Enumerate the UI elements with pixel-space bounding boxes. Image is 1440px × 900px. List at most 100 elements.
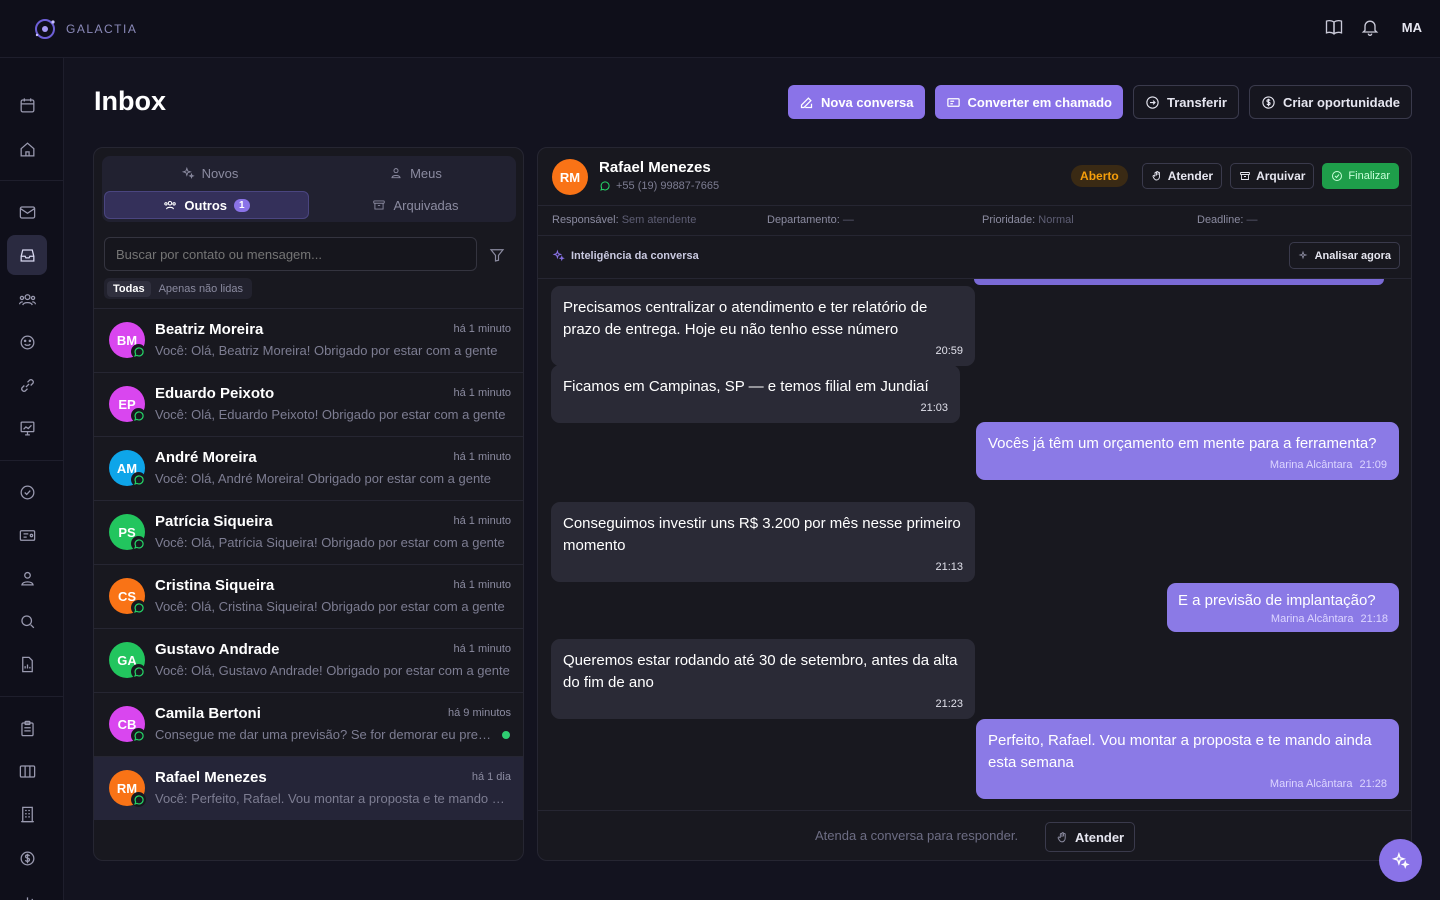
user-avatar[interactable]: MA [1402,20,1422,35]
outgoing-message[interactable]: E a previsão de implantação? Marina Alcân… [1167,583,1399,632]
conversation-meta: Responsável: Sem atendente Departamento:… [538,206,1411,236]
timestamp: há 1 minuto [453,323,511,335]
contact-name: André Moreira [155,449,257,466]
sidebar-item-mail[interactable] [7,192,47,232]
read-filter: Todas Apenas não lidas [104,278,252,299]
search-icon [20,614,34,628]
transfer-button[interactable]: Transferir [1133,85,1239,119]
book-icon[interactable] [1324,17,1344,37]
sidebar-item-reports[interactable] [7,644,47,684]
ai-assistant-button[interactable] [1379,839,1422,882]
contact-avatar: RM [552,159,588,195]
sidebar-item-clipboard[interactable] [7,708,47,748]
sidebar-item-satisfaction[interactable] [7,322,47,362]
conversation-list: BM Beatriz Moreira há 1 minuto Você: Olá, B… [94,308,523,820]
conversation-item[interactable]: BM Beatriz Moreira há 1 minuto Você: Olá, B… [94,308,523,372]
sparkles-icon [181,166,195,180]
analyze-now-button[interactable]: Analisar agora [1288,242,1400,269]
conversation-item[interactable]: PS Patrícia Siqueira há 1 minuto Você: Olá,… [94,500,523,564]
chat-header: RM Rafael Menezes +55 (19) 99887-7665 Ab… [538,148,1411,206]
sidebar-item-analytics[interactable] [7,880,47,900]
message-time: 21:23 [935,698,963,710]
bell-icon[interactable] [1360,17,1380,37]
sidebar-item-team[interactable] [7,279,47,319]
incoming-message[interactable]: Ficamos em Campinas, SP — e temos filial… [551,365,960,423]
archive-button[interactable]: Arquivar [1230,163,1315,189]
outgoing-message[interactable]: Perfeito, Rafael. Vou montar a proposta … [976,719,1399,799]
conversation-item[interactable]: RM Rafael Menezes há 1 dia Você: Perfeito, … [94,756,523,820]
incoming-message[interactable]: Conseguimos investir uns R$ 3.200 por mê… [551,502,975,582]
meta-responsavel: Responsável: Sem atendente [552,214,697,226]
status-badge: Aberto [1071,165,1128,187]
sidebar-item-search[interactable] [7,601,47,641]
reply-hint: Atenda a conversa para responder. [815,828,1019,843]
unread-indicator [502,731,510,739]
message-preview: Você: Olá, Eduardo Peixoto! Obrigado por… [155,407,506,422]
attend-button[interactable]: Atender [1141,163,1223,189]
bar-chart-icon [26,896,33,900]
tab-novos[interactable]: Novos [107,159,312,187]
calendar-icon [20,97,34,112]
sidebar-item-inbox[interactable] [7,235,47,275]
sidebar-item-companies[interactable] [7,794,47,834]
message-preview: Você: Olá, Patrícia Siqueira! Obrigado p… [155,535,505,550]
conversation-item[interactable]: CS Cristina Siqueira há 1 minuto Você: Olá,… [94,564,523,628]
sidebar-item-integrations[interactable] [7,365,47,405]
chat-footer: Atenda a conversa para responder. Atende… [538,810,1411,860]
tab-arquivadas[interactable]: Arquivadas [313,191,518,219]
whatsapp-icon [600,181,610,191]
dollar-circle-icon [1262,95,1275,109]
whatsapp-icon [131,536,146,551]
finish-button[interactable]: Finalizar [1322,163,1399,189]
ticket-icon [946,97,960,107]
brand-logo[interactable]: GALACTIA [32,16,137,42]
conversation-item[interactable]: AM André Moreira há 1 minuto Você: Olá, And… [94,436,523,500]
meta-departamento: Departamento: — [767,214,854,226]
footer-attend-button[interactable]: Atender [1045,822,1136,852]
new-conversation-button[interactable]: Nova conversa [788,85,925,119]
outgoing-message[interactable]: Vocês já têm um orçamento em mente para … [976,422,1399,480]
filter-all[interactable]: Todas [107,280,151,297]
sidebar-item-dashboard[interactable] [7,408,47,448]
building-icon [20,806,34,822]
header-actions: Nova conversa Converter em chamado Trans… [788,85,1412,119]
edit-icon [800,96,813,108]
convert-ticket-button[interactable]: Converter em chamado [934,85,1123,119]
conversation-item[interactable]: EP Eduardo Peixoto há 1 minuto Você: Olá, E… [94,372,523,436]
search-input[interactable] [104,237,477,271]
filter-unread[interactable]: Apenas não lidas [153,281,249,297]
message-text: Conseguimos investir uns R$ 3.200 por mê… [563,515,961,554]
message-thread[interactable]: Precisamos centralizar o atendimento e t… [538,279,1411,810]
tab-meus[interactable]: Meus [313,159,518,187]
whatsapp-icon [131,344,146,359]
users-icon [164,200,177,210]
incoming-message[interactable]: Queremos estar rodando até 30 de setembr… [551,639,975,719]
timestamp: há 1 minuto [453,387,511,399]
conversation-item[interactable]: CB Camila Bertoni há 9 minutos Consegue me … [94,692,523,756]
user-icon [20,571,34,585]
mail-icon [19,205,35,219]
sidebar-item-tickets[interactable] [7,515,47,555]
message-text: Precisamos centralizar o atendimento e t… [563,299,928,338]
home-icon [20,141,34,156]
whatsapp-icon [131,792,146,807]
sidebar-item-contacts[interactable] [7,558,47,598]
message-preview: Você: Olá, Cristina Siqueira! Obrigado p… [155,599,505,614]
tab-outros[interactable]: Outros 1 [104,191,309,219]
top-bar: GALACTIA MA [0,0,1440,58]
create-opportunity-button[interactable]: Criar oportunidade [1248,85,1412,119]
sidebar-item-home[interactable] [7,129,47,169]
contact-name: Rafael Menezes [599,159,711,176]
sidebar-item-finance[interactable] [7,838,47,878]
sidebar-item-tasks[interactable] [7,472,47,512]
conversation-intelligence: Inteligência da conversa Analisar agora [538,237,1411,279]
sidebar-item-kanban[interactable] [7,751,47,791]
message-time: 21:18 [1360,613,1388,625]
filter-icon[interactable] [488,246,506,264]
message-preview: Você: Olá, André Moreira! Obrigado por e… [155,471,492,486]
sidebar-item-calendar[interactable] [7,85,47,125]
message-text: Vocês já têm um orçamento em mente para … [988,435,1377,452]
conversation-item[interactable]: GA Gustavo Andrade há 1 minuto Você: Olá, G… [94,628,523,692]
whatsapp-icon [131,472,146,487]
incoming-message[interactable]: Precisamos centralizar o atendimento e t… [551,286,975,366]
